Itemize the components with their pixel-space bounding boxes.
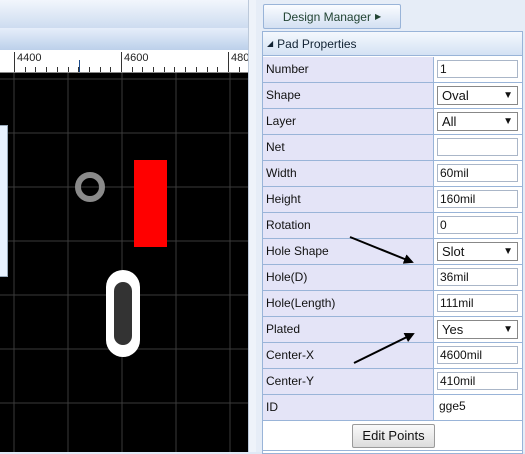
ruler-label: 4400 bbox=[17, 52, 42, 64]
canvas-tabbar bbox=[0, 28, 248, 51]
canvas-left-frame bbox=[0, 125, 8, 277]
property-select-value: Yes bbox=[442, 322, 464, 337]
chevron-down-icon: ▼ bbox=[503, 90, 513, 101]
property-label: Hole(Length) bbox=[263, 291, 434, 316]
ruler-tick bbox=[185, 67, 186, 72]
panel-header[interactable]: ◢ Pad Properties bbox=[263, 32, 522, 56]
grid-lines bbox=[0, 73, 248, 452]
property-select-value: All bbox=[442, 114, 457, 129]
property-input[interactable]: 410mil bbox=[437, 372, 518, 390]
property-label: Layer bbox=[263, 109, 434, 134]
slot-hole bbox=[114, 282, 132, 345]
property-select[interactable]: Oval ▼ bbox=[437, 86, 518, 105]
property-row: Width 60mil bbox=[263, 161, 522, 187]
ruler-tick bbox=[153, 67, 154, 72]
ruler-tick bbox=[110, 67, 111, 72]
pad-properties-panel: ◢ Pad Properties Number 1 Shape Oval ▼ Layer A… bbox=[262, 31, 523, 454]
ruler-tick bbox=[132, 67, 133, 72]
property-label: Net bbox=[263, 135, 434, 160]
property-select-value: Slot bbox=[442, 244, 465, 259]
panel-title: Pad Properties bbox=[277, 36, 357, 51]
ruler-tick bbox=[239, 67, 240, 72]
panel-divider bbox=[263, 450, 522, 451]
property-label: Number bbox=[263, 57, 434, 82]
property-input[interactable]: 1 bbox=[437, 60, 518, 78]
chevron-down-icon: ▼ bbox=[503, 116, 513, 127]
ruler-tick bbox=[100, 67, 101, 72]
property-row: Center-X 4600mil bbox=[263, 343, 522, 369]
property-input[interactable] bbox=[437, 138, 518, 156]
triangle-down-icon: ◢ bbox=[267, 39, 274, 48]
property-input[interactable]: 36mil bbox=[437, 268, 518, 286]
ruler-tick bbox=[164, 67, 165, 72]
ruler-tick bbox=[217, 67, 218, 72]
property-label: Hole(D) bbox=[263, 265, 434, 290]
property-row: Height 160mil bbox=[263, 187, 522, 213]
property-select[interactable]: All ▼ bbox=[437, 112, 518, 131]
pcb-canvas[interactable] bbox=[0, 73, 248, 452]
smd-pad bbox=[134, 160, 167, 247]
property-label: ID bbox=[263, 395, 434, 420]
horizontal-ruler: 4400 4600 480 bbox=[0, 50, 248, 73]
canvas-toolbar bbox=[0, 0, 248, 29]
ruler-tick bbox=[46, 67, 47, 72]
property-input[interactable]: 111mil bbox=[437, 294, 518, 312]
property-select-value: Oval bbox=[442, 88, 469, 103]
property-label: Shape bbox=[263, 83, 434, 108]
property-row: Center-Y 410mil bbox=[263, 369, 522, 395]
ruler-tick bbox=[68, 67, 69, 72]
property-label: Rotation bbox=[263, 213, 434, 238]
chevron-down-icon: ▼ bbox=[503, 324, 513, 335]
property-label: Center-Y bbox=[263, 369, 434, 394]
ruler-label: 4600 bbox=[124, 52, 149, 64]
design-manager-label: Design Manager bbox=[282, 9, 371, 24]
property-row: Shape Oval ▼ bbox=[263, 83, 522, 109]
property-input[interactable]: 4600mil bbox=[437, 346, 518, 364]
property-row: Hole(Length) 111mil bbox=[263, 291, 522, 317]
ruler-tick bbox=[142, 67, 143, 72]
property-row: Rotation 0 bbox=[263, 213, 522, 239]
property-label: Plated bbox=[263, 317, 434, 342]
property-input[interactable]: 160mil bbox=[437, 190, 518, 208]
design-manager-button[interactable]: Design Manager ▶ bbox=[263, 4, 401, 29]
ruler-tick bbox=[174, 67, 175, 72]
property-label: Width bbox=[263, 161, 434, 186]
property-row: ID gge5 bbox=[263, 395, 522, 421]
ruler-tick bbox=[89, 67, 90, 72]
edit-points-button[interactable]: Edit Points bbox=[352, 424, 435, 448]
property-select[interactable]: Yes ▼ bbox=[437, 320, 518, 339]
ruler-tick bbox=[196, 67, 197, 72]
ruler-cursor-marker bbox=[79, 60, 80, 72]
property-row: Hole Shape Slot ▼ bbox=[263, 239, 522, 265]
chevron-down-icon: ▼ bbox=[503, 246, 513, 257]
property-input[interactable]: 0 bbox=[437, 216, 518, 234]
property-label: Height bbox=[263, 187, 434, 212]
property-row: Plated Yes ▼ bbox=[263, 317, 522, 343]
ruler-tick bbox=[207, 67, 208, 72]
property-label: Center-X bbox=[263, 343, 434, 368]
ruler-tick bbox=[25, 67, 26, 72]
property-row: Hole(D) 36mil bbox=[263, 265, 522, 291]
ruler-tick bbox=[57, 67, 58, 72]
ruler-label: 480 bbox=[231, 52, 248, 64]
property-row: Net bbox=[263, 135, 522, 161]
property-value: gge5 bbox=[439, 399, 466, 413]
property-label: Hole Shape bbox=[263, 239, 434, 264]
triangle-right-icon: ▶ bbox=[374, 12, 382, 21]
property-input[interactable]: 60mil bbox=[437, 164, 518, 182]
ruler-tick bbox=[228, 52, 229, 72]
ruler-tick bbox=[121, 52, 122, 72]
canvas-pane: 4400 4600 480 bbox=[0, 0, 248, 452]
ruler-tick bbox=[14, 52, 15, 72]
property-row: Layer All ▼ bbox=[263, 109, 522, 135]
ruler-tick bbox=[35, 67, 36, 72]
property-row: Number 1 bbox=[263, 57, 522, 83]
property-select[interactable]: Slot ▼ bbox=[437, 242, 518, 261]
